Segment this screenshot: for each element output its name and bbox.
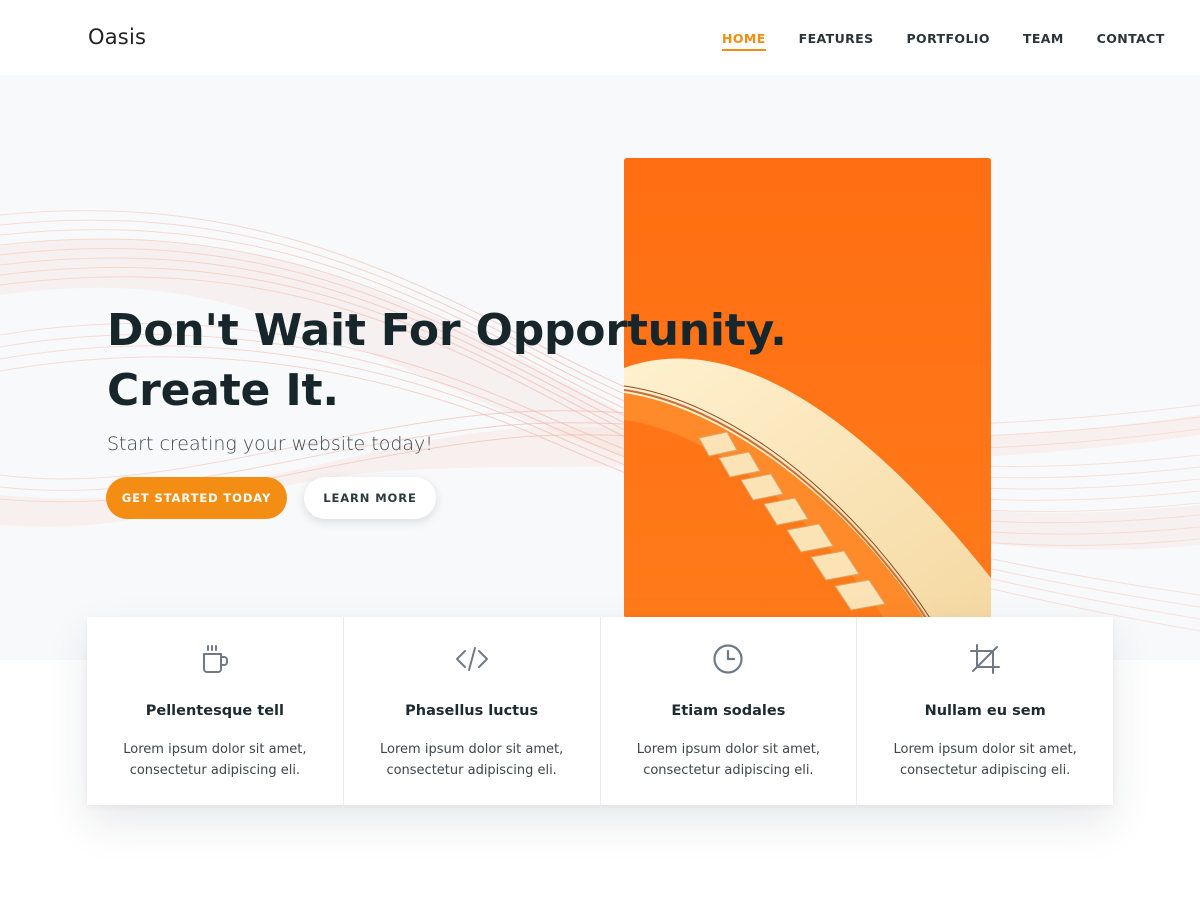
- feature-card: Nullam eu sem Lorem ipsum dolor sit amet…: [857, 617, 1113, 805]
- code-icon: [455, 647, 488, 671]
- feature-card: Phasellus luctus Lorem ipsum dolor sit a…: [344, 617, 601, 805]
- feature-desc-line: consectetur adipiscing eli.: [386, 763, 557, 778]
- crop-icon: [970, 644, 1001, 674]
- hero-title-line1: Don't Wait For Opportunity.: [107, 305, 787, 356]
- learn-more-button[interactable]: LEARN MORE: [304, 477, 436, 519]
- clock-icon: [713, 644, 743, 674]
- feature-title: Nullam eu sem: [924, 703, 1046, 719]
- feature-title: Etiam sodales: [671, 703, 786, 719]
- feature-title: Pellentesque tell: [145, 703, 284, 719]
- brand-logo[interactable]: Oasis: [88, 25, 146, 49]
- feature-card: Pellentesque tell Lorem ipsum dolor sit …: [87, 617, 344, 805]
- feature-title: Phasellus luctus: [405, 703, 539, 719]
- feature-description: Lorem ipsum dolor sit amet, consectetur …: [107, 739, 323, 781]
- nav-item-contact[interactable]: CONTACT: [1097, 31, 1165, 50]
- coffee-mug-icon: [202, 645, 228, 673]
- feature-description: Lorem ipsum dolor sit amet, consectetur …: [877, 739, 1093, 781]
- nav-item-team[interactable]: TEAM: [1023, 31, 1064, 50]
- feature-desc-line: Lorem ipsum dolor sit amet,: [380, 742, 564, 757]
- feature-desc-line: consectetur adipiscing eli.: [899, 763, 1071, 778]
- nav-item-features[interactable]: FEATURES: [799, 31, 874, 50]
- hero-title: Don't Wait For Opportunity. Create It.: [107, 301, 787, 421]
- nav-item-portfolio[interactable]: PORTFOLIO: [907, 31, 990, 50]
- feature-card: Etiam sodales Lorem ipsum dolor sit amet…: [601, 617, 858, 805]
- features-panel: Pellentesque tell Lorem ipsum dolor sit …: [87, 617, 1113, 805]
- feature-description: Lorem ipsum dolor sit amet, consectetur …: [364, 739, 580, 781]
- hero-section: Don't Wait For Opportunity. Create It. S…: [0, 75, 1200, 660]
- navbar: Oasis HOME FEATURES PORTFOLIO TEAM CONTA…: [0, 0, 1200, 75]
- hero-title-line2: Create It.: [107, 365, 339, 416]
- feature-description: Lorem ipsum dolor sit amet, consectetur …: [621, 739, 837, 781]
- nav-item-home[interactable]: HOME: [722, 31, 766, 51]
- feature-desc-line: Lorem ipsum dolor sit amet,: [893, 742, 1077, 757]
- feature-desc-line: consectetur adipiscing eli.: [129, 763, 301, 778]
- feature-desc-line: consectetur adipiscing eli.: [643, 763, 814, 778]
- feature-desc-line: Lorem ipsum dolor sit amet,: [636, 742, 820, 757]
- main-nav: HOME FEATURES PORTFOLIO TEAM CONTACT: [722, 31, 1198, 51]
- get-started-button[interactable]: GET STARTED TODAY: [106, 477, 287, 519]
- feature-desc-line: Lorem ipsum dolor sit amet,: [123, 742, 307, 757]
- hero-subtitle: Start creating your website today!: [107, 433, 433, 455]
